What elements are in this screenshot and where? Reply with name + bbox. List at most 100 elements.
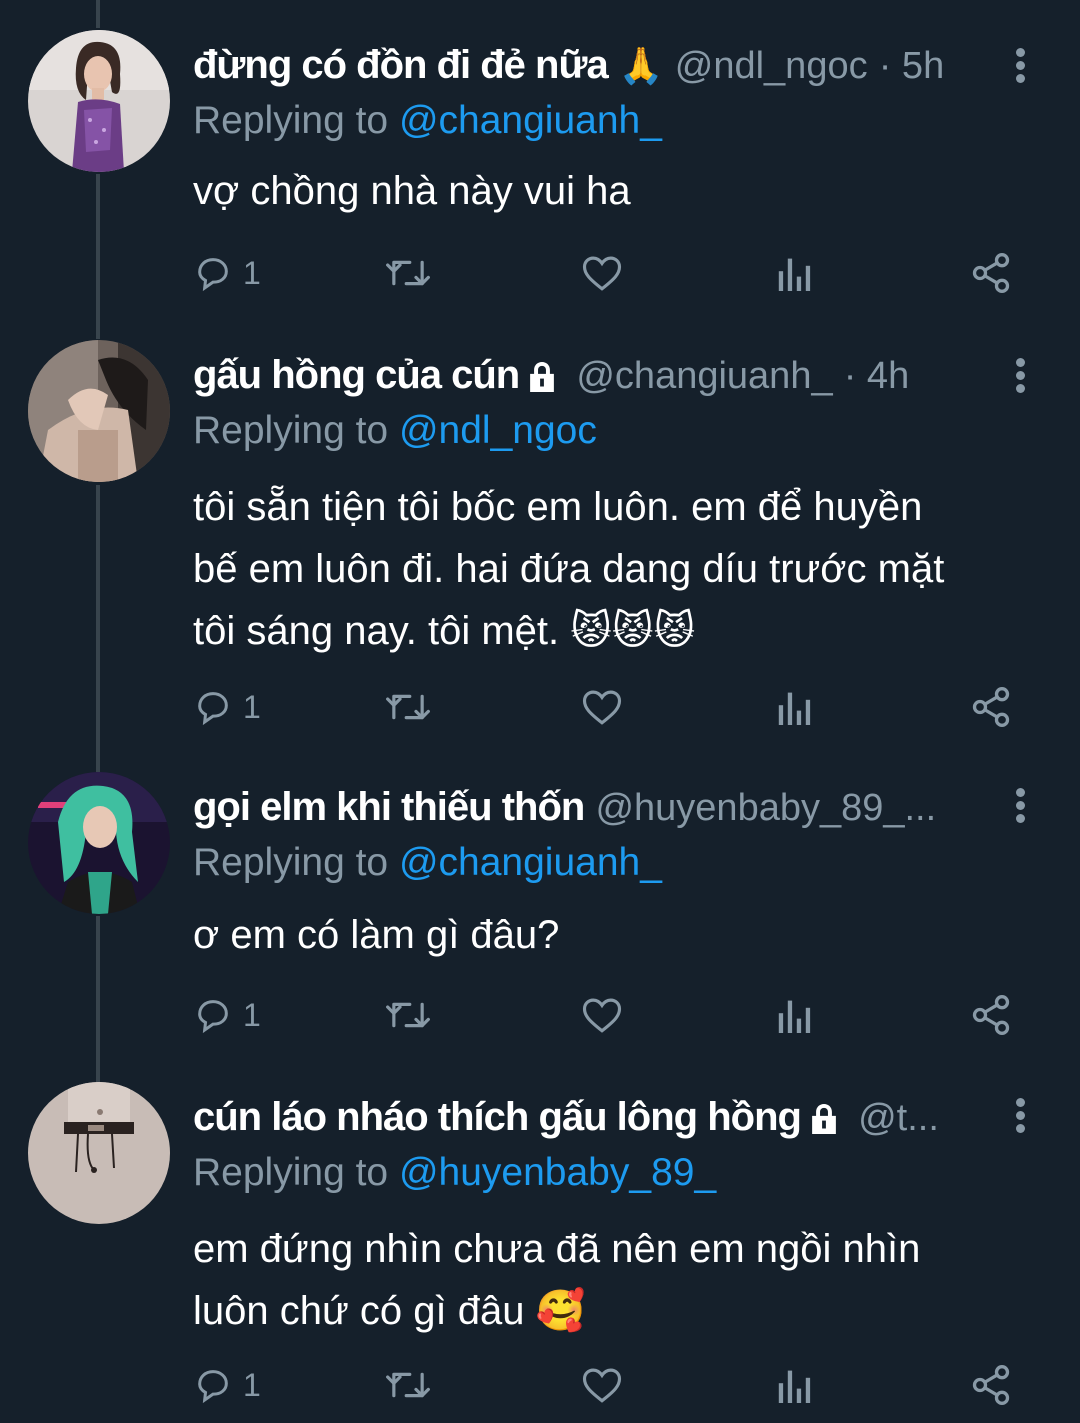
tweet-header: cún láo nháo thích gấu lông hồng @t... — [193, 1086, 1020, 1148]
tweet-actions: 1 — [193, 248, 1023, 298]
more-vertical-icon[interactable] — [1008, 1098, 1032, 1138]
avatar[interactable] — [28, 1082, 170, 1224]
display-name[interactable]: đừng có đồn đi đẻ nữa — [193, 43, 609, 87]
reply-count: 1 — [243, 254, 261, 291]
display-name[interactable]: cún láo nháo thích gấu lông hồng — [193, 1095, 802, 1139]
tweet-text-line: ơ em có làm gì đâu? — [193, 913, 560, 957]
tweet-header: đừng có đồn đi đẻ nữa 🙏 @ndl_ngoc · 5h — [193, 34, 1020, 96]
retweet-button[interactable] — [385, 248, 431, 298]
replying-label: Replying to — [193, 1151, 399, 1194]
user-handle[interactable]: @t... — [858, 1097, 939, 1139]
avatar[interactable] — [28, 340, 170, 482]
timestamp[interactable]: · 5h — [879, 45, 944, 87]
tweet-actions: 1 — [193, 682, 1023, 732]
share-button[interactable] — [969, 990, 1013, 1040]
analytics-icon — [778, 258, 811, 291]
tweet-text-line: bế em luôn đi. hai đứa dang díu trước mặ… — [193, 547, 945, 591]
views-button[interactable] — [777, 248, 813, 298]
reply-button[interactable]: 1 — [193, 248, 261, 298]
views-button[interactable] — [777, 1360, 813, 1410]
more-vertical-icon[interactable] — [1008, 788, 1032, 828]
tweet-actions: 1 — [193, 990, 1023, 1040]
views-button[interactable] — [777, 682, 813, 732]
replying-to: Replying to @ndl_ngoc — [193, 406, 1020, 456]
tweet-header: gọi elm khi thiếu thốn @huyenbaby_89_... — [193, 776, 1020, 838]
tweet[interactable]: gọi elm khi thiếu thốn @huyenbaby_89_...… — [0, 760, 1080, 1070]
retweet-icon — [386, 1002, 430, 1028]
retweet-icon — [386, 1372, 430, 1398]
reply-icon — [198, 1370, 228, 1404]
like-button[interactable] — [581, 990, 623, 1040]
timestamp[interactable]: · 4h — [844, 355, 909, 397]
share-icon — [972, 687, 1010, 727]
replying-to: Replying to @changiuanh_ — [193, 96, 1020, 146]
more-vertical-icon[interactable] — [1008, 358, 1032, 398]
user-handle[interactable]: @ndl_ngoc — [675, 45, 868, 87]
more-vertical-icon[interactable] — [1008, 48, 1032, 88]
mention-link[interactable]: @huyenbaby_89_ — [399, 1151, 716, 1194]
user-handle[interactable]: @huyenbaby_89_... — [595, 787, 936, 829]
mention-link[interactable]: @changiuanh_ — [399, 841, 662, 884]
tweet[interactable]: cún láo nháo thích gấu lông hồng @t... R… — [0, 1070, 1080, 1423]
heart-icon — [582, 256, 622, 291]
like-button[interactable] — [581, 1360, 623, 1410]
replying-label: Replying to — [193, 409, 399, 452]
tweet-actions: 1 — [193, 1360, 1023, 1410]
heart-icon — [582, 998, 622, 1033]
reply-count: 1 — [243, 688, 261, 725]
tweet[interactable]: gấu hồng của cún @changiuanh_ · 4h Reply… — [0, 330, 1080, 760]
share-button[interactable] — [969, 682, 1013, 732]
retweet-icon — [386, 694, 430, 720]
tweet-text-line: vợ chồng nhà này vui ha — [193, 169, 631, 213]
tweet-text-line: luôn chứ có gì đâu 🥰 — [193, 1289, 586, 1333]
share-icon — [972, 253, 1010, 293]
analytics-icon — [778, 692, 811, 725]
share-icon — [972, 995, 1010, 1035]
display-name[interactable]: gấu hồng của cún — [193, 353, 520, 397]
reply-icon — [198, 1000, 228, 1034]
avatar[interactable] — [28, 772, 170, 914]
replying-label: Replying to — [193, 841, 399, 884]
reply-count: 1 — [243, 1366, 261, 1403]
like-button[interactable] — [581, 248, 623, 298]
views-button[interactable] — [777, 990, 813, 1040]
retweet-button[interactable] — [385, 1360, 431, 1410]
display-name[interactable]: gọi elm khi thiếu thốn — [193, 785, 585, 829]
share-button[interactable] — [969, 248, 1013, 298]
share-icon — [972, 1365, 1010, 1405]
reply-count: 1 — [243, 996, 261, 1033]
mention-link[interactable]: @changiuanh_ — [399, 99, 662, 142]
tweet-text-line: em đứng nhìn chưa đã nên em ngồi nhìn — [193, 1227, 921, 1271]
tweet-text-line: tôi sáng nay. tôi mệt. 😾😾😾 — [193, 609, 696, 653]
tweet-header: gấu hồng của cún @changiuanh_ · 4h — [193, 344, 1020, 406]
user-handle[interactable]: @changiuanh_ — [576, 355, 832, 397]
reply-button[interactable]: 1 — [193, 1360, 261, 1410]
lock-icon — [812, 1104, 836, 1135]
retweet-button[interactable] — [385, 682, 431, 732]
tweet-text: em đứng nhìn chưa đã nên em ngồi nhìn lu… — [193, 1218, 1020, 1342]
analytics-icon — [778, 1370, 811, 1403]
name-emoji: 🙏 — [618, 45, 664, 86]
reply-icon — [198, 692, 228, 726]
replying-to: Replying to @changiuanh_ — [193, 838, 1020, 888]
share-button[interactable] — [969, 1360, 1013, 1410]
tweet[interactable]: đừng có đồn đi đẻ nữa 🙏 @ndl_ngoc · 5h R… — [0, 0, 1080, 330]
avatar[interactable] — [28, 30, 170, 172]
heart-icon — [582, 1368, 622, 1403]
tweet-text: tôi sẵn tiện tôi bốc em luôn. em để huyề… — [193, 476, 1020, 662]
heart-icon — [582, 690, 622, 725]
reply-icon — [198, 258, 228, 292]
replying-label: Replying to — [193, 99, 399, 142]
mention-link[interactable]: @ndl_ngoc — [399, 409, 597, 452]
reply-button[interactable]: 1 — [193, 990, 261, 1040]
retweet-icon — [386, 260, 430, 286]
lock-icon — [530, 362, 555, 393]
like-button[interactable] — [581, 682, 623, 732]
reply-button[interactable]: 1 — [193, 682, 261, 732]
analytics-icon — [778, 1000, 811, 1033]
tweet-text: vợ chồng nhà này vui ha — [193, 160, 1020, 222]
retweet-button[interactable] — [385, 990, 431, 1040]
tweet-text-line: tôi sẵn tiện tôi bốc em luôn. em để huyề… — [193, 485, 923, 529]
tweet-text: ơ em có làm gì đâu? — [193, 904, 1020, 966]
replying-to: Replying to @huyenbaby_89_ — [193, 1148, 1020, 1198]
